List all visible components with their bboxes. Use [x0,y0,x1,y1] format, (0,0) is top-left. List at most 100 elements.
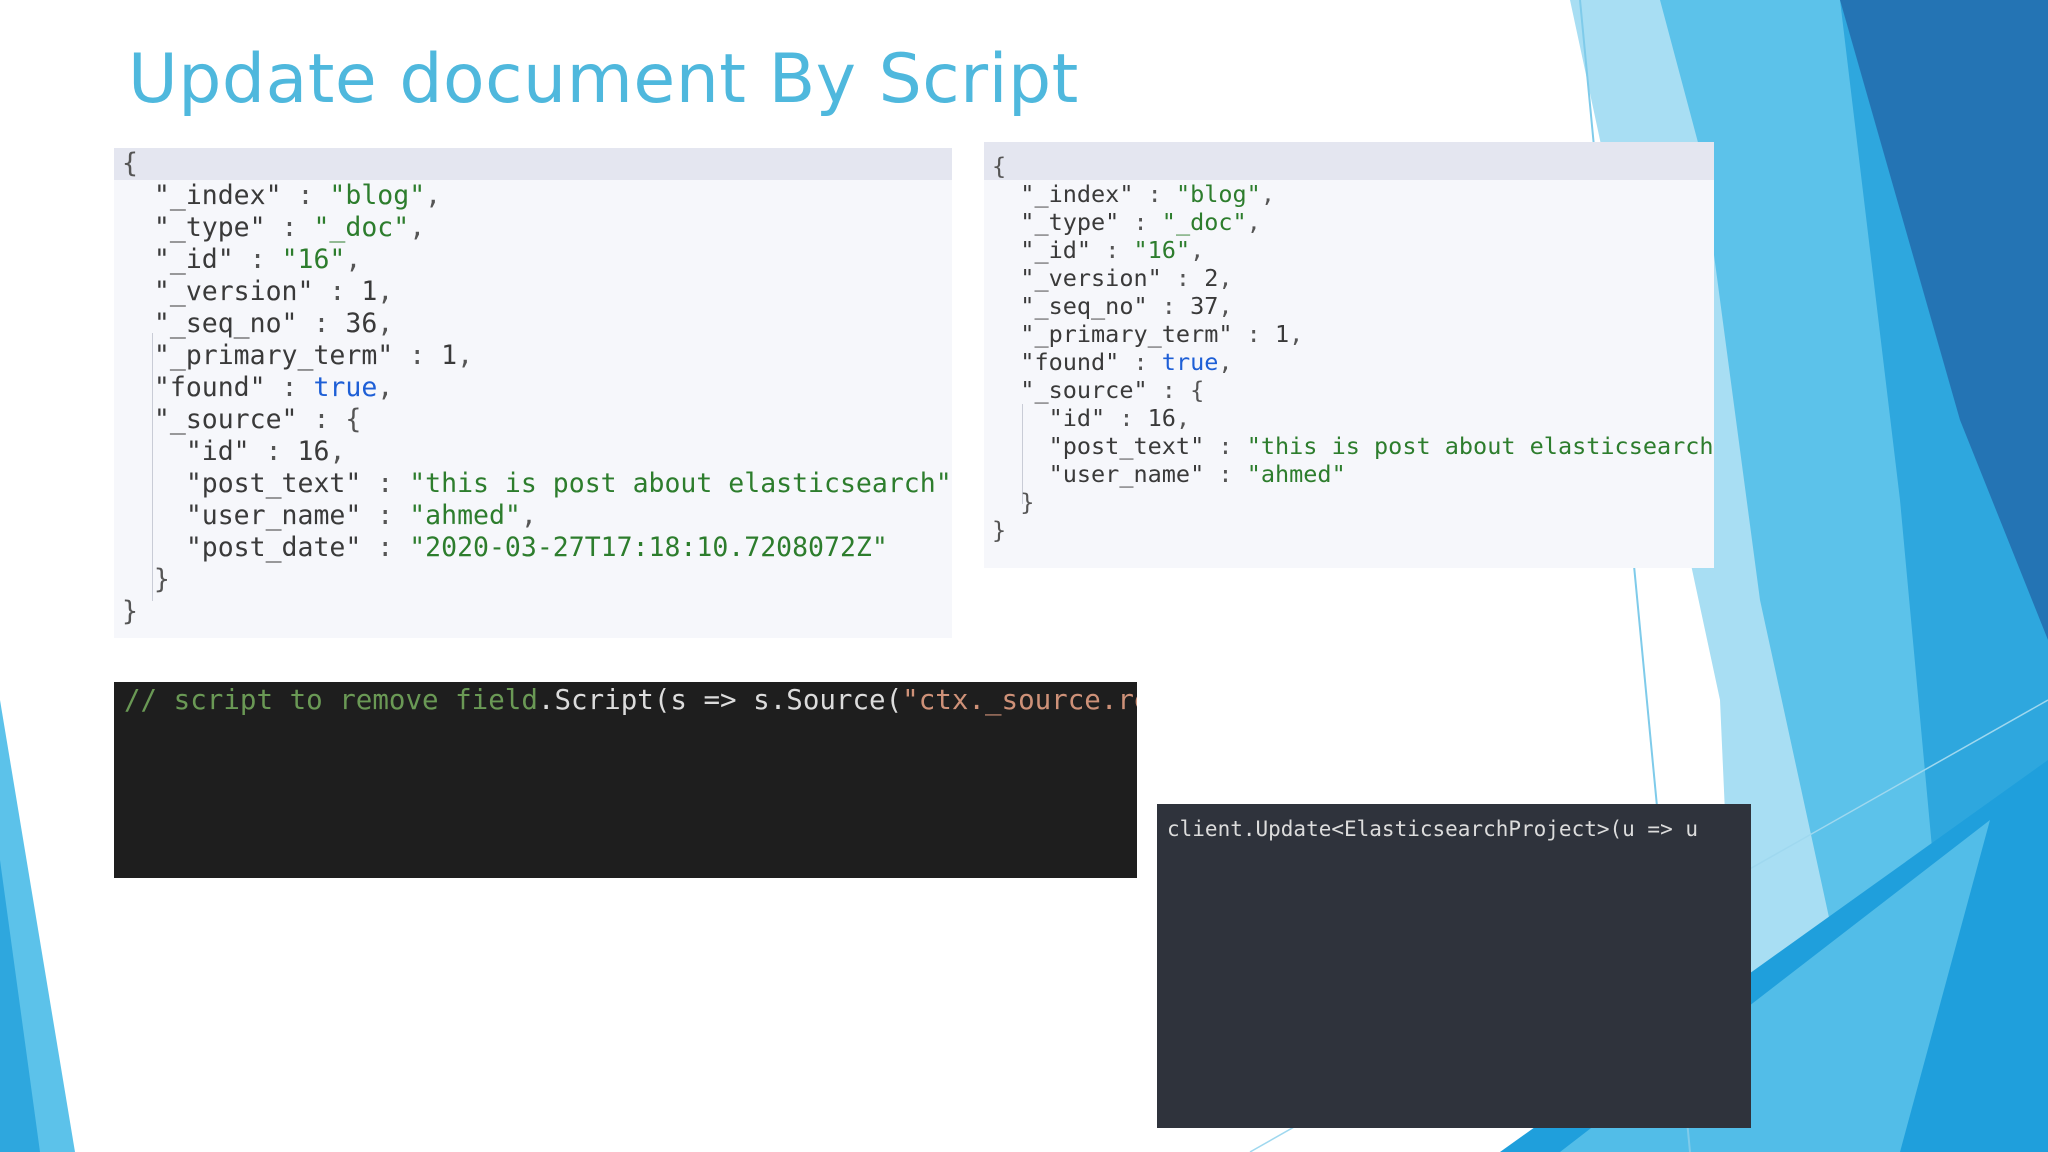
code-token: "this is post about elasticsearch" [1246,432,1714,460]
code-line: "_version" : 2, [992,264,1714,292]
code-token: : [297,308,346,339]
code-line: "_index" : "blog", [992,180,1714,208]
code-line: "_id" : "16", [122,244,952,276]
code-line: "post_text" : "this is post about elasti… [122,468,952,500]
code-line: "post_date" : "2020-03-27T17:18:10.72080… [122,532,952,564]
code-token: .Id( [1698,817,1751,841]
code-token: "user_name" [122,500,362,531]
code-line: "_primary_term" : 1, [122,340,952,372]
code-token: : [249,436,298,467]
slide-title: Update document By Script [128,40,1079,119]
code-token: : [313,276,362,307]
code-token: "_id" [992,236,1092,264]
update-params-snippet: client.Update<ElasticsearchProject>(u =>… [1157,804,1751,1128]
code-line: { [122,148,952,180]
code-token: 1 [441,340,458,371]
code-token: "post_text" [992,432,1205,460]
json-before-code: { "_index" : "blog", "_type" : "_doc", "… [122,148,952,628]
code-token: : { [297,404,362,435]
code-line: "_id" : "16", [992,236,1714,264]
code-token: client.Update<ElasticsearchProject>(u =>… [1167,817,1699,841]
code-token: "_type" [122,212,266,243]
code-token: , [377,372,394,403]
code-token: : [1091,236,1134,264]
code-line: "id" : 16, [122,436,952,468]
code-token: { [122,148,138,179]
code-token: "post_date" [122,532,362,563]
code-token: , [457,340,474,371]
script-code: // script to remove field.Script(s => s.… [124,682,1137,719]
code-token: : [361,500,410,531]
code-token: true [1161,348,1219,376]
code-token: "16" [1133,236,1191,264]
code-token: 1 [1274,320,1290,348]
code-token: "_index" [122,180,282,211]
script-remove-add-snippet: // script to remove field.Script(s => s.… [114,682,1137,878]
code-token: // script to remove field [124,684,538,716]
code-token: , [409,212,426,243]
code-line: } [122,596,952,628]
code-token: "ctx._source.remove('post_date')" [902,684,1137,716]
code-line: "user_name" : "ahmed" [992,460,1714,488]
code-line: } [992,488,1714,516]
code-token: , [1218,292,1233,320]
code-token: , [425,180,442,211]
code-line: { [992,152,1714,180]
code-line: "_type" : "_doc", [992,208,1714,236]
code-token: , [520,500,537,531]
code-token: : { [1147,376,1205,404]
code-token: : [265,372,314,403]
code-token: "2020-03-27T17:18:10.7208072Z" [409,532,888,563]
code-line: "_seq_no" : 37, [992,292,1714,320]
code-token: : [361,532,410,563]
code-token: "_source" [992,376,1148,404]
code-line: "_version" : 1, [122,276,952,308]
json-response-before: { "_index" : "blog", "_type" : "_doc", "… [114,148,952,638]
code-line: "_type" : "_doc", [122,212,952,244]
code-line: "_primary_term" : 1, [992,320,1714,348]
code-token: , [1218,348,1233,376]
code-token: "_primary_term" [122,340,394,371]
code-token: : [1204,460,1247,488]
code-token: "id" [992,404,1106,432]
code-token: : [1147,292,1191,320]
code-token: } [992,516,1007,544]
code-line: // script to remove field [124,684,538,716]
code-token: , [345,244,362,275]
code-token: 16 [297,436,330,467]
code-token: "_source" [122,404,298,435]
code-token: "found" [122,372,266,403]
code-token: } [122,596,138,627]
code-line: "user_name" : "ahmed", [122,500,952,532]
code-token: "_seq_no" [122,308,298,339]
code-line: "_source" : { [992,376,1714,404]
code-line: "found" : true, [992,348,1714,376]
code-token: : [281,180,330,211]
code-token: : [1204,432,1247,460]
code-token: , [1289,320,1304,348]
code-line: "_source" : { [122,404,952,436]
code-line: } [992,516,1714,544]
code-token: , [377,276,394,307]
code-token: "blog" [1175,180,1261,208]
code-token: "_version" [992,264,1162,292]
code-token: "_index" [992,180,1134,208]
code-token: , [1218,264,1233,292]
code-token: 36 [345,308,378,339]
code-token: "user_name" [992,460,1205,488]
code-token: : [1232,320,1275,348]
code-token: } [992,488,1035,516]
code-token: { [992,152,1007,180]
code-token: } [122,564,170,595]
code-token: "_id" [122,244,234,275]
code-token: "id" [122,436,250,467]
code-token: : [361,468,410,499]
code-token: "_doc" [313,212,410,243]
code-token: : [393,340,442,371]
code-line: client.Update<ElasticsearchProject>(u =>… [1167,817,1698,841]
code-token: 1 [361,276,378,307]
code-token: , [377,308,394,339]
code-line: } [122,564,952,596]
code-token: , [1246,208,1261,236]
code-line: .Id(1) [1698,817,1751,841]
